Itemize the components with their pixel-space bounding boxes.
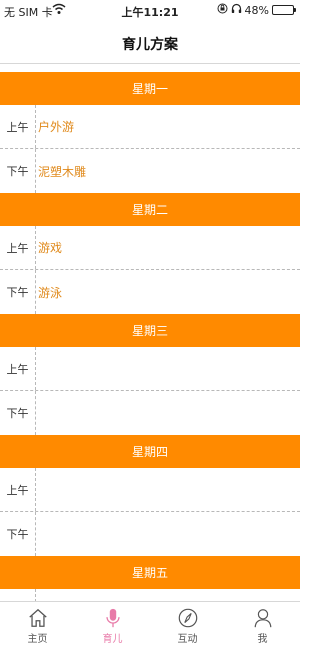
morning-activity[interactable]: 户外游 bbox=[36, 105, 300, 148]
battery-icon bbox=[272, 5, 296, 15]
slot-label-afternoon: 下午 bbox=[0, 512, 36, 556]
day-block: 星期二 上午 游戏 下午 游泳 bbox=[0, 193, 300, 314]
morning-activity[interactable] bbox=[36, 468, 300, 511]
afternoon-row[interactable]: 下午 bbox=[0, 391, 300, 435]
afternoon-activity[interactable] bbox=[36, 512, 300, 556]
home-icon bbox=[27, 607, 49, 630]
tab-label: 育儿 bbox=[102, 633, 123, 645]
microphone-icon bbox=[102, 607, 124, 630]
day-header: 星期四 bbox=[0, 435, 300, 468]
tab-home[interactable]: 主页 bbox=[0, 602, 75, 649]
slot-label-morning: 上午 bbox=[0, 226, 36, 269]
status-right: 48% bbox=[217, 3, 296, 17]
morning-activity[interactable]: 游戏 bbox=[36, 226, 300, 269]
day-block: 星期四 上午 下午 bbox=[0, 435, 300, 556]
battery-percent: 48% bbox=[244, 3, 269, 17]
day-block: 星期一 上午 户外游 下午 泥塑木雕 bbox=[0, 72, 300, 193]
morning-activity[interactable] bbox=[36, 347, 300, 390]
day-header: 星期二 bbox=[0, 193, 300, 226]
morning-activity[interactable] bbox=[36, 589, 300, 601]
slot-label-morning: 上午 bbox=[0, 105, 36, 148]
tab-label: 我 bbox=[257, 633, 268, 645]
morning-row[interactable]: 上午 户外游 bbox=[0, 105, 300, 149]
morning-row[interactable]: 上午 游戏 bbox=[0, 226, 300, 270]
afternoon-row[interactable]: 下午 游泳 bbox=[0, 270, 300, 314]
day-block: 星期三 上午 下午 bbox=[0, 314, 300, 435]
compass-icon bbox=[177, 607, 199, 630]
tab-label: 主页 bbox=[27, 633, 48, 645]
headphones-icon bbox=[231, 3, 242, 17]
weekly-schedule[interactable]: 星期一 上午 户外游 下午 泥塑木雕 星期二 上午 游戏 下午 游泳 星期三 上… bbox=[0, 72, 300, 601]
afternoon-activity[interactable] bbox=[36, 391, 300, 435]
slot-label-afternoon: 下午 bbox=[0, 149, 36, 193]
page-title: 育儿方案 bbox=[122, 37, 178, 53]
afternoon-activity[interactable]: 泥塑木雕 bbox=[36, 149, 300, 193]
slot-label-morning: 上午 bbox=[0, 347, 36, 390]
day-header: 星期三 bbox=[0, 314, 300, 347]
morning-row[interactable]: 上午 bbox=[0, 347, 300, 391]
day-header: 星期一 bbox=[0, 72, 300, 105]
orientation-lock-icon bbox=[217, 3, 228, 17]
tab-person[interactable]: 我 bbox=[225, 602, 300, 649]
tab-label: 互动 bbox=[177, 633, 198, 645]
morning-row[interactable]: 上午 bbox=[0, 589, 300, 601]
morning-row[interactable]: 上午 bbox=[0, 468, 300, 512]
slot-label-afternoon: 下午 bbox=[0, 270, 36, 314]
afternoon-activity[interactable]: 游泳 bbox=[36, 270, 300, 314]
nav-bar: 育儿方案 bbox=[0, 22, 300, 64]
tab-bar: 主页 育儿 互动 我 bbox=[0, 601, 300, 649]
day-block: 星期五 上午 下午 bbox=[0, 556, 300, 601]
slot-label-morning: 上午 bbox=[0, 589, 36, 601]
afternoon-row[interactable]: 下午 bbox=[0, 512, 300, 556]
day-header: 星期五 bbox=[0, 556, 300, 589]
tab-microphone[interactable]: 育儿 bbox=[75, 602, 150, 649]
slot-label-morning: 上午 bbox=[0, 468, 36, 511]
slot-label-afternoon: 下午 bbox=[0, 391, 36, 435]
tab-compass[interactable]: 互动 bbox=[150, 602, 225, 649]
person-icon bbox=[252, 607, 274, 630]
afternoon-row[interactable]: 下午 泥塑木雕 bbox=[0, 149, 300, 193]
status-bar: 无 SIM 卡 上午11:21 48% bbox=[0, 0, 300, 22]
